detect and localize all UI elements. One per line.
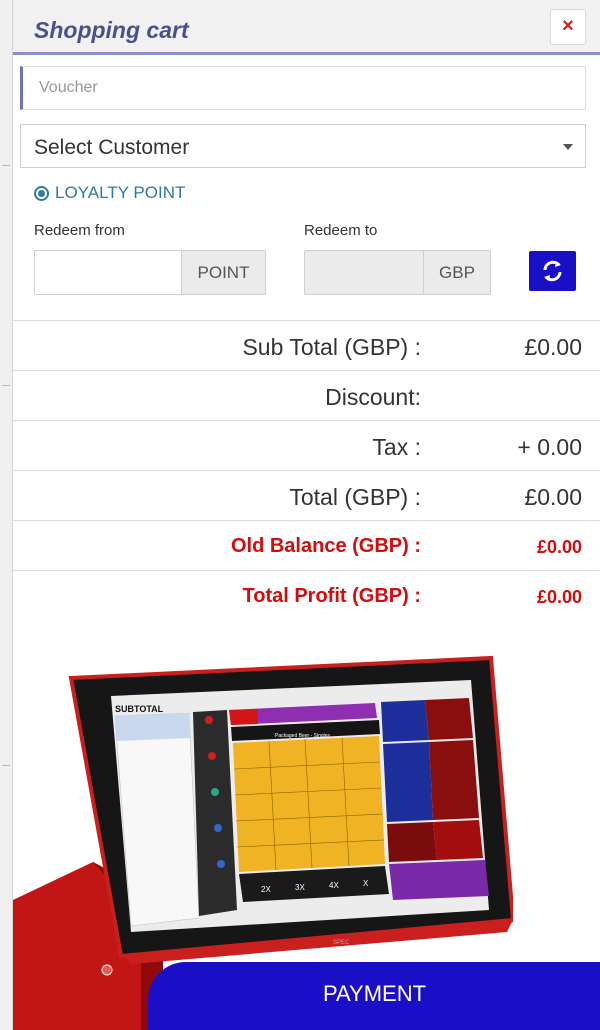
subtotal-label: Sub Total (GBP) : <box>242 334 421 360</box>
customer-select[interactable]: Select Customer <box>20 124 586 168</box>
subtotal-value: £0.00 <box>524 334 582 360</box>
background-divider <box>2 165 10 166</box>
multiplier-3x: 3X <box>295 883 305 892</box>
loyalty-point-toggle[interactable]: LOYALTY POINT <box>34 182 185 204</box>
screen-side-buttons <box>381 700 429 742</box>
loyalty-icon <box>34 185 49 201</box>
screen-icon <box>211 788 219 796</box>
close-button[interactable]: × <box>550 9 586 45</box>
total-label: Total (GBP) : <box>289 484 421 510</box>
chevron-down-icon <box>563 144 573 150</box>
discount-row: Discount: <box>13 370 600 420</box>
total-profit-row: Total Profit (GBP) : £0.00 <box>13 570 600 620</box>
old-balance-label: Old Balance (GBP) : <box>230 535 421 557</box>
redeem-from-label: Redeem from <box>34 222 125 239</box>
payment-button[interactable]: PAYMENT <box>148 962 600 1030</box>
background-divider <box>2 765 10 766</box>
terminal-badge: SPEC <box>333 940 350 946</box>
redeem-to-input <box>305 251 423 294</box>
screen-product-grid <box>233 736 385 872</box>
screen-side-buttons <box>389 860 489 900</box>
cart-header: Shopping cart × <box>13 0 600 55</box>
subtotal-row: Sub Total (GBP) : £0.00 <box>13 320 600 370</box>
old-balance-value: £0.00 <box>536 537 582 557</box>
screen-icon <box>217 860 225 868</box>
customer-select-value: Select Customer <box>34 136 190 159</box>
screen-category-title: Packaged Beer - Singles <box>275 733 331 739</box>
total-profit-label: Total Profit (GBP) : <box>242 585 422 607</box>
screen-side-buttons <box>383 742 433 822</box>
tax-row: Tax : + 0.00 <box>13 420 600 470</box>
screen-side-buttons <box>387 822 437 862</box>
refresh-icon <box>543 260 562 282</box>
multiplier-2x: 2X <box>261 885 271 894</box>
screen-left-header <box>115 713 191 741</box>
background-divider <box>2 385 10 386</box>
close-icon: × <box>562 15 574 37</box>
loyalty-point-label: LOYALTY POINT <box>55 183 186 202</box>
redeem-to-unit: GBP <box>423 251 490 294</box>
shopping-cart-panel: Shopping cart × Select Customer LOYALTY … <box>13 0 600 1030</box>
total-profit-value: £0.00 <box>536 587 582 607</box>
voucher-input[interactable] <box>20 66 586 110</box>
screen-subtotal-label: SUBTOTAL <box>115 704 164 714</box>
total-row: Total (GBP) : £0.00 <box>13 470 600 520</box>
multiplier-4x: 4X <box>329 881 339 890</box>
redeem-from-input[interactable] <box>35 251 181 294</box>
discount-label: Discount: <box>325 384 421 410</box>
screen-icon <box>208 752 216 760</box>
screen-side-buttons <box>429 740 479 820</box>
redeem-from-group: POINT <box>34 250 266 295</box>
payment-button-label: PAYMENT <box>322 981 427 1006</box>
redeem-from-unit: POINT <box>181 251 265 294</box>
screen-icon <box>214 824 222 832</box>
screen-side-buttons <box>433 820 483 860</box>
refresh-button[interactable] <box>529 251 576 291</box>
screen-category-tab-active <box>229 709 258 725</box>
redeem-to-group: GBP <box>304 250 491 295</box>
total-value: £0.00 <box>524 484 582 510</box>
power-icon <box>101 964 113 976</box>
tax-value: + 0.00 <box>517 434 582 460</box>
cart-title: Shopping cart <box>34 17 189 43</box>
screen-side-buttons <box>425 698 473 740</box>
old-balance-row: Old Balance (GBP) : £0.00 <box>13 520 600 570</box>
redeem-to-label: Redeem to <box>304 222 378 239</box>
multiplier-x: X <box>363 879 369 888</box>
tax-label: Tax : <box>372 434 421 460</box>
background-page-edge <box>0 0 13 1030</box>
screen-icon <box>205 716 213 724</box>
